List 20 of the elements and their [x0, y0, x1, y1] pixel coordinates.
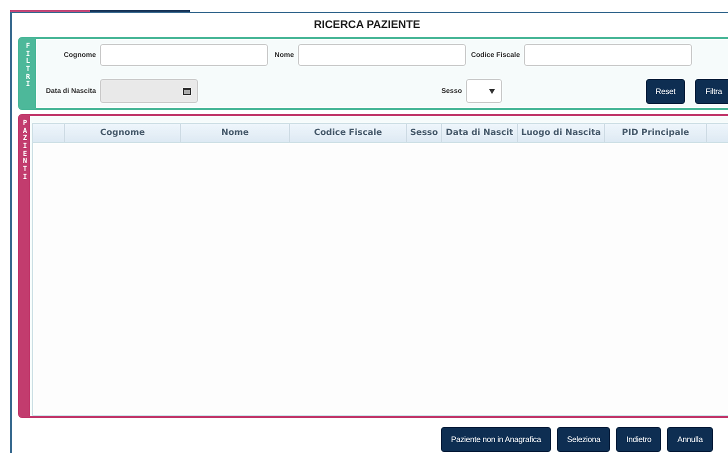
caret-icon	[489, 88, 495, 94]
column-header[interactable]: Nome	[181, 124, 290, 142]
text-field[interactable]	[298, 44, 466, 66]
column-header[interactable]: Data di Nascit	[442, 124, 518, 142]
text-field[interactable]	[524, 44, 692, 66]
action-button[interactable]: Annulla	[667, 427, 713, 452]
action-button[interactable]: Paziente non in Anagrafica	[441, 427, 551, 452]
column-header[interactable]: Codice Fiscale	[290, 124, 407, 142]
select-field[interactable]	[466, 79, 502, 103]
column-header[interactable]: PID Principale	[605, 124, 707, 142]
action-button[interactable]: Seleziona	[556, 427, 610, 452]
window-title: RICERCA PAZIENTE	[312, 18, 422, 33]
filter-button[interactable]: Reset	[646, 78, 686, 104]
column-header[interactable]: Luogo di Nascita	[518, 124, 605, 142]
column-header[interactable]: Cognome	[65, 124, 181, 142]
filter-button[interactable]: Filtra	[695, 78, 728, 104]
calendar-icon	[183, 87, 191, 95]
column-header[interactable]: Sesso	[407, 124, 442, 142]
text-field[interactable]	[100, 44, 268, 66]
action-button[interactable]: Indietro	[616, 427, 662, 452]
